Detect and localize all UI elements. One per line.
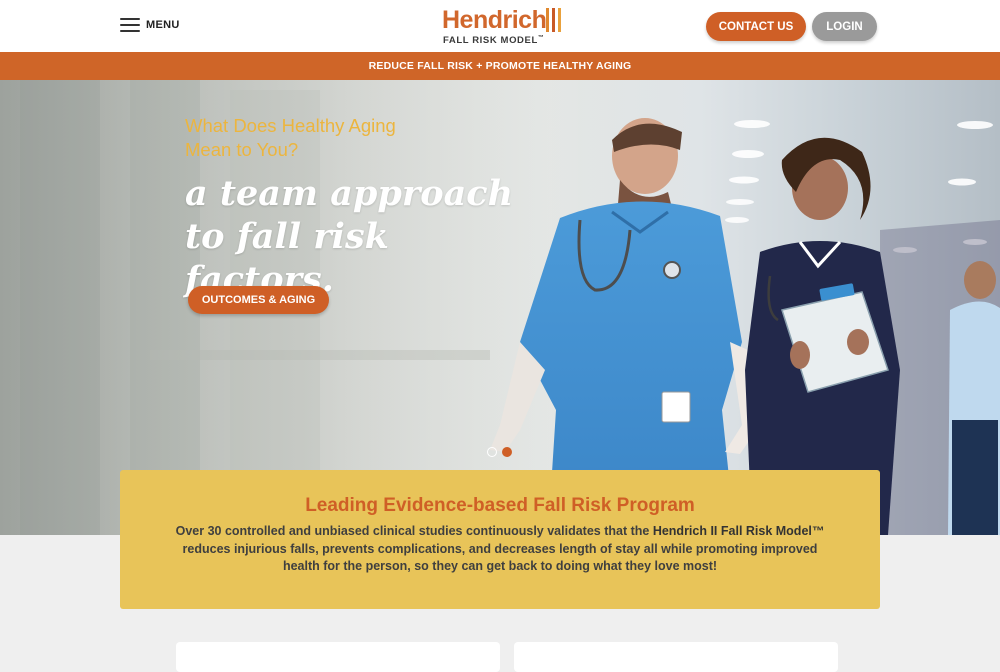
program-info-body-strong: Hendrich II Fall Risk Model™ <box>652 524 825 538</box>
program-info-card: Leading Evidence-based Fall Risk Program… <box>120 470 880 609</box>
logo-trademark: ™ <box>537 35 545 41</box>
hero-eyebrow: What Does Healthy Aging Mean to You? <box>185 115 396 160</box>
hero-background-photo <box>0 80 1000 535</box>
program-info-title: Leading Evidence-based Fall Risk Program <box>305 495 695 516</box>
logo-bars-icon <box>546 8 561 32</box>
carousel-dot-1[interactable] <box>487 447 497 457</box>
outcomes-aging-button[interactable]: OUTCOMES & AGING <box>188 286 329 314</box>
hendrich-logo[interactable]: Hendrich FALL RISK MODEL™ <box>442 6 562 46</box>
login-button[interactable]: LOGIN <box>812 12 877 41</box>
hero-title: a team approach to fall risk factors. <box>185 173 514 300</box>
carousel-dot-2[interactable] <box>502 447 512 457</box>
carousel-pagination <box>487 447 512 457</box>
logo-subtitle: FALL RISK MODEL™ <box>443 35 544 46</box>
logo-subtitle-text: FALL RISK MODEL <box>443 35 538 47</box>
feature-panel-left <box>176 642 500 672</box>
program-info-body-lead: Over 30 controlled and unbiased clinical… <box>175 524 653 538</box>
promo-banner: REDUCE FALL RISK + PROMOTE HEALTHY AGING <box>0 52 1000 80</box>
hamburger-icon <box>120 18 140 32</box>
hero-carousel: What Does Healthy Aging Mean to You? a t… <box>0 80 1000 535</box>
logo-wordmark: Hendrich <box>442 6 547 34</box>
site-header: MENU Hendrich FALL RISK MODEL™ CONTACT U… <box>0 0 1000 52</box>
promo-banner-text: REDUCE FALL RISK + PROMOTE HEALTHY AGING <box>368 60 632 72</box>
feature-panel-right <box>514 642 838 672</box>
program-info-body: Over 30 controlled and unbiased clinical… <box>175 523 825 576</box>
menu-label: MENU <box>146 19 180 31</box>
menu-button[interactable]: MENU <box>120 18 180 32</box>
contact-us-button[interactable]: CONTACT US <box>706 12 806 41</box>
program-info-body-tail: reduces injurious falls, prevents compli… <box>182 541 818 574</box>
